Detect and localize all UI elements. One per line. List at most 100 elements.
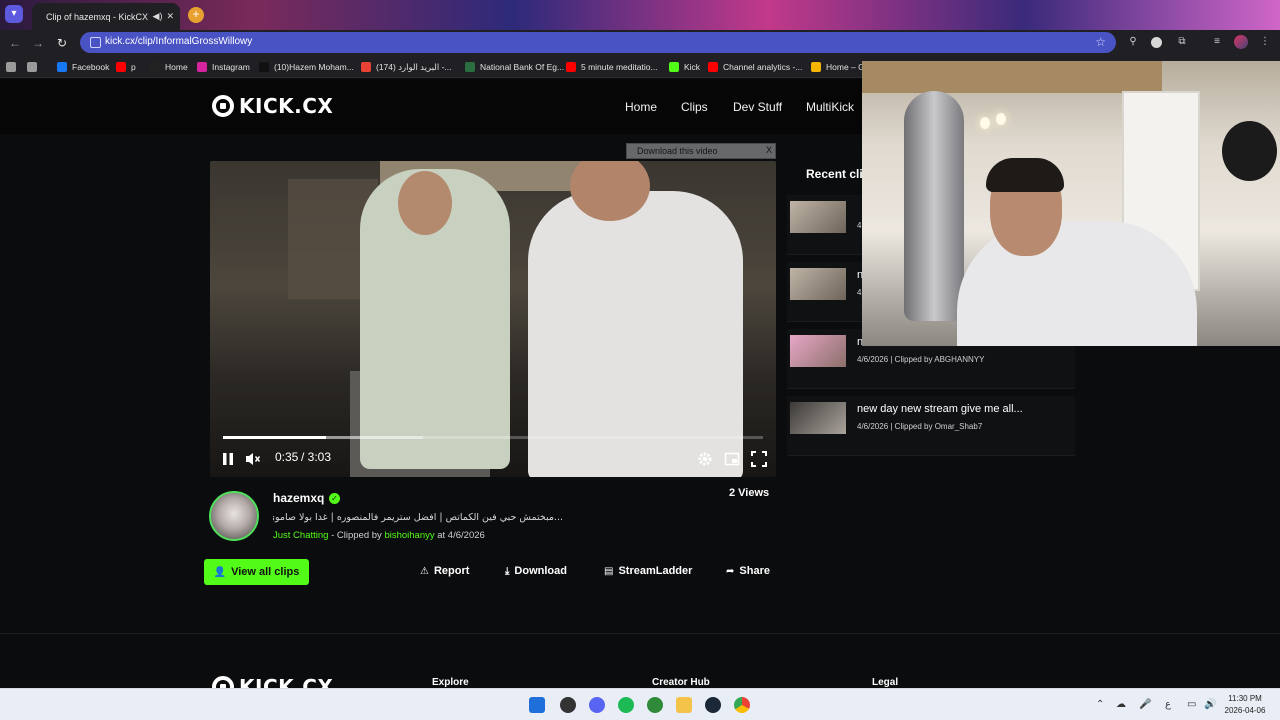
clip-thumbnail[interactable] xyxy=(790,201,846,233)
back-arrow-icon[interactable]: ← xyxy=(6,34,24,52)
clip-meta: 4/6/2026 | Clipped by Omar_Shab7 xyxy=(857,422,983,431)
tray-network-icon[interactable]: ☁ xyxy=(1116,699,1126,710)
extensions-puzzle-icon[interactable]: ⧉ xyxy=(1175,35,1189,49)
pause-icon[interactable] xyxy=(220,451,236,467)
bookmark-item[interactable]: Instagram xyxy=(197,60,250,74)
xbox-app-icon[interactable] xyxy=(647,697,663,713)
streamladder-button[interactable]: ▤ StreamLadder xyxy=(604,565,692,577)
bookmark-star-icon[interactable]: ☆ xyxy=(1095,35,1106,49)
download-overlay-close-icon[interactable]: X xyxy=(766,145,772,155)
reading-list-icon[interactable]: ≡ xyxy=(1210,35,1224,49)
tab-speaker-icon[interactable]: ◀) xyxy=(153,11,163,22)
browser-toolbar: ← → ↻ kick.cx/clip/InformalGrossWillowy … xyxy=(0,30,1280,55)
download-video-overlay[interactable]: Download this video X xyxy=(626,143,776,159)
tray-volume-icon[interactable]: 🔊 xyxy=(1204,699,1216,710)
share-button[interactable]: ➦ Share xyxy=(726,565,770,577)
tab-title: Clip of hazemxq - KickCX xyxy=(46,11,149,22)
tray-chevron-up-icon[interactable]: ⌃ xyxy=(1096,699,1104,710)
bookmark-item[interactable]: 5 minute meditatio... xyxy=(566,60,658,74)
spotify-app-icon[interactable] xyxy=(618,697,634,713)
bookmark-label: p xyxy=(131,62,136,72)
video-player[interactable]: 0:35 / 3:03 xyxy=(210,161,776,477)
bookmark-item[interactable]: p xyxy=(116,60,136,74)
tray-microphone-icon[interactable]: 🎤 xyxy=(1139,699,1151,710)
bookmark-item[interactable] xyxy=(6,60,21,74)
report-label: Report xyxy=(433,565,470,577)
bookmark-item[interactable] xyxy=(27,60,42,74)
bookmark-item[interactable]: Home xyxy=(150,60,188,74)
tray-display-icon[interactable]: ▭ xyxy=(1187,699,1196,710)
extension-circle-icon[interactable] xyxy=(1151,37,1162,48)
clipped-by-label: - Clipped by xyxy=(331,530,382,541)
extension-pin-icon[interactable]: ⚲ xyxy=(1126,35,1140,49)
view-all-clips-button[interactable]: 👤 View all clips xyxy=(204,559,309,585)
tab-search-chevron-icon[interactable]: ▾ xyxy=(5,5,23,23)
download-button[interactable]: ⤓ Download xyxy=(505,565,567,577)
download-icon: ⤓ xyxy=(505,565,510,577)
new-tab-button[interactable]: + xyxy=(188,7,204,23)
browser-tab-bar: ▾ Clip of hazemxq - KickCX ◀) ✕ + xyxy=(0,0,1280,30)
clip-thumbnail[interactable] xyxy=(790,335,846,367)
download-label: Download xyxy=(514,565,567,577)
fullscreen-icon[interactable] xyxy=(751,451,767,467)
bookmark-item[interactable]: Facebook xyxy=(57,60,109,74)
forward-arrow-icon[interactable]: → xyxy=(29,34,47,52)
webcam-statue xyxy=(904,91,964,321)
video-seek-bar[interactable] xyxy=(223,436,763,439)
address-bar[interactable]: kick.cx/clip/InformalGrossWillowy ☆ xyxy=(80,32,1116,53)
channel-name[interactable]: hazemxq xyxy=(273,491,324,505)
channel-avatar[interactable] xyxy=(209,491,259,541)
bookmark-item[interactable]: Kick xyxy=(669,60,700,74)
reload-icon[interactable]: ↻ xyxy=(53,34,71,52)
nav-dev-stuff-link[interactable]: Dev Stuff xyxy=(733,100,782,114)
footer-logo[interactable]: KICK.CX xyxy=(212,675,333,688)
recent-clip-card[interactable]: new day new stream give me all... 4/6/20… xyxy=(787,396,1075,456)
obs-app-icon[interactable] xyxy=(560,697,576,713)
category-link[interactable]: Just Chatting xyxy=(273,530,328,541)
bank-icon xyxy=(465,62,475,72)
clip-title[interactable]: new day new stream give me all... xyxy=(857,403,1023,415)
clipper-link[interactable]: bishoihanyy xyxy=(384,530,434,541)
profile-avatar[interactable] xyxy=(1234,35,1248,49)
keyboard-language[interactable]: ع xyxy=(1165,699,1171,710)
nav-clips-link[interactable]: Clips xyxy=(681,100,708,114)
start-windows-icon[interactable] xyxy=(529,697,545,713)
clip-thumbnail[interactable] xyxy=(790,268,846,300)
webcam-balloon xyxy=(1222,121,1277,181)
nav-home-link[interactable]: Home xyxy=(625,100,657,114)
webcam-ceiling xyxy=(862,61,1162,93)
bookmark-label: Home – G xyxy=(826,62,865,72)
file-explorer-icon[interactable] xyxy=(676,697,692,713)
clip-meta: 4/6/2026 | Clipped by ABGHANNYY xyxy=(857,355,985,364)
bookmark-item[interactable]: Channel analytics -... xyxy=(708,60,802,74)
settings-gear-icon[interactable] xyxy=(697,451,713,467)
discord-app-icon[interactable] xyxy=(589,697,605,713)
bookmark-item[interactable]: Home – G xyxy=(811,60,865,74)
chrome-app-icon[interactable] xyxy=(734,697,750,713)
report-button[interactable]: ⚠ Report xyxy=(420,565,469,577)
site-info-icon[interactable] xyxy=(90,37,101,48)
bookmark-item[interactable]: (174) البريد الوارد -... xyxy=(361,60,452,74)
instagram-icon xyxy=(197,62,207,72)
bookmark-item[interactable]: National Bank Of Eg... xyxy=(465,60,564,74)
download-video-text[interactable]: Download this video xyxy=(637,146,718,156)
steam-app-icon[interactable] xyxy=(705,697,721,713)
active-tab[interactable]: Clip of hazemxq - KickCX ◀) ✕ xyxy=(32,3,180,30)
webcam-overlay xyxy=(862,61,1280,346)
picture-in-picture-icon[interactable] xyxy=(724,451,740,467)
streamladder-label: StreamLadder xyxy=(618,565,693,577)
stream-title: ...مبختمش حبي فين الكماتص | افضل ستريمر … xyxy=(273,512,563,523)
tab-close-icon[interactable]: ✕ xyxy=(166,11,174,22)
bookmark-label: Kick xyxy=(684,62,701,72)
bookmark-item[interactable]: (10)Hazem Moham... xyxy=(259,60,354,74)
browser-menu-icon[interactable]: ⋮ xyxy=(1258,35,1272,49)
clip-date: at 4/6/2026 xyxy=(437,530,485,541)
clip-thumbnail[interactable] xyxy=(790,402,846,434)
url-text[interactable]: kick.cx/clip/InformalGrossWillowy xyxy=(105,36,252,47)
volume-icon[interactable] xyxy=(245,451,261,467)
share-label: Share xyxy=(739,565,770,577)
bookmark-label: Facebook xyxy=(72,62,110,72)
nav-multikick-link[interactable]: MultiKick xyxy=(806,100,854,114)
site-logo[interactable]: KICK.CX xyxy=(212,94,333,118)
taskbar-clock[interactable]: 11:30 PM 2026-04-06 xyxy=(1220,693,1270,717)
